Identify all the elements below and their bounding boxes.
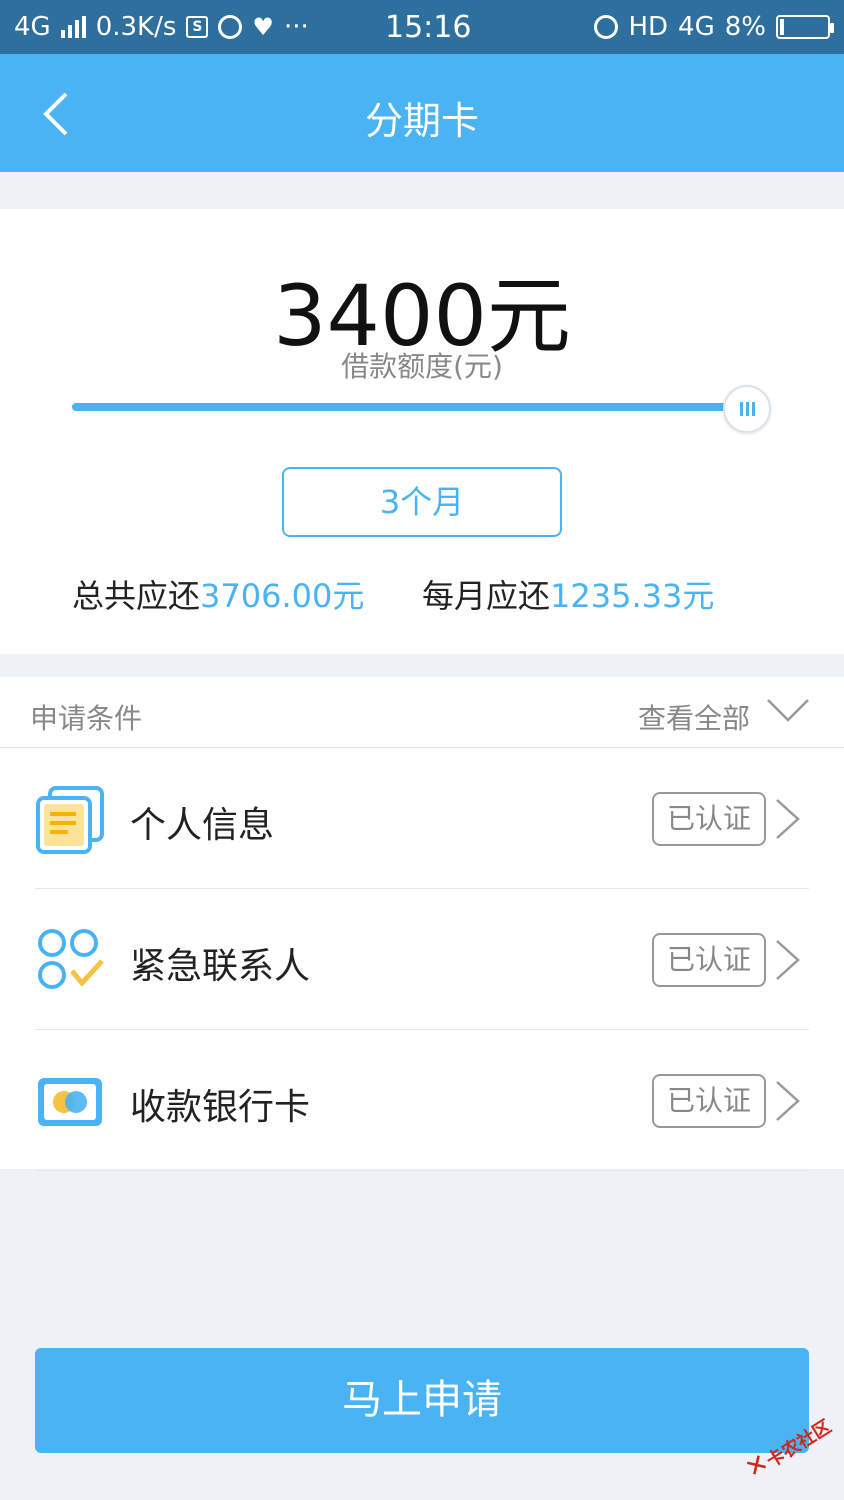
battery-percent: 8%	[724, 12, 766, 42]
sim-icon: S	[186, 16, 209, 38]
verified-badge: 已认证	[652, 792, 766, 846]
conditions-header: 申请条件 查看全部	[0, 677, 844, 748]
amount-slider-track[interactable]	[72, 403, 742, 411]
network-type-right: 4G	[678, 12, 715, 42]
chevron-right-icon	[776, 940, 800, 980]
monthly-repay-value: 1235.33元	[550, 577, 715, 615]
term-select-button[interactable]: 3个月	[282, 467, 562, 537]
status-left: 4G 0.3K/s S ♥ ···	[14, 12, 309, 42]
total-repay-label: 总共应还	[72, 577, 201, 615]
condition-label: 紧急联系人	[130, 946, 311, 987]
vpn-icon: ♥	[252, 13, 274, 41]
mobile-icon	[218, 15, 243, 39]
monthly-repay: 每月应还1235.33元	[422, 571, 714, 617]
battery-fill	[780, 19, 784, 35]
document-icon	[36, 786, 104, 854]
verified-badge: 已认证	[652, 1074, 766, 1128]
monthly-repay-label: 每月应还	[422, 577, 551, 615]
loan-amount-label: 借款额度(元)	[341, 350, 503, 383]
alarm-icon	[594, 15, 619, 39]
contacts-check-icon	[38, 929, 104, 989]
divider	[35, 1170, 809, 1171]
status-time: 15:16	[385, 10, 472, 45]
network-speed: 0.3K/s	[95, 12, 177, 42]
network-type: 4G	[14, 12, 51, 42]
page-title: 分期卡	[364, 99, 479, 143]
conditions-section: 申请条件 查看全部 个人信息 已认证 紧急联系人 已认证 收款银行卡 已认证	[0, 677, 844, 1171]
signal-icon	[60, 16, 86, 38]
view-all-link[interactable]: 查看全部	[638, 697, 750, 737]
amount-slider-handle[interactable]	[723, 385, 771, 433]
app-header: 分期卡	[0, 54, 844, 172]
chevron-right-icon	[776, 1081, 800, 1121]
condition-label: 收款银行卡	[130, 1087, 311, 1128]
condition-row-emergency-contact[interactable]: 紧急联系人 已认证	[0, 889, 844, 1030]
chevron-down-icon[interactable]	[766, 697, 810, 725]
battery-icon	[776, 15, 834, 39]
status-bar: 4G 0.3K/s S ♥ ··· 15:16 HD 4G 8%	[0, 0, 844, 54]
condition-row-personal-info[interactable]: 个人信息 已认证	[0, 748, 844, 889]
chevron-right-icon	[776, 799, 800, 839]
hd-label: HD	[628, 12, 669, 42]
total-repay: 总共应还3706.00元	[72, 571, 364, 617]
condition-label: 个人信息	[130, 805, 275, 846]
status-right: HD 4G 8%	[594, 12, 834, 42]
loan-card: 3400元 借款额度(元) 3个月 总共应还3706.00元 每月应还1235.…	[0, 209, 844, 654]
conditions-title: 申请条件	[30, 702, 143, 735]
apply-now-button[interactable]: 马上申请	[35, 1348, 809, 1453]
condition-row-bank-card[interactable]: 收款银行卡 已认证	[0, 1030, 844, 1171]
total-repay-value: 3706.00元	[200, 577, 365, 615]
bank-card-icon	[38, 1078, 102, 1126]
more-icon: ···	[283, 12, 309, 42]
verified-badge: 已认证	[652, 933, 766, 987]
